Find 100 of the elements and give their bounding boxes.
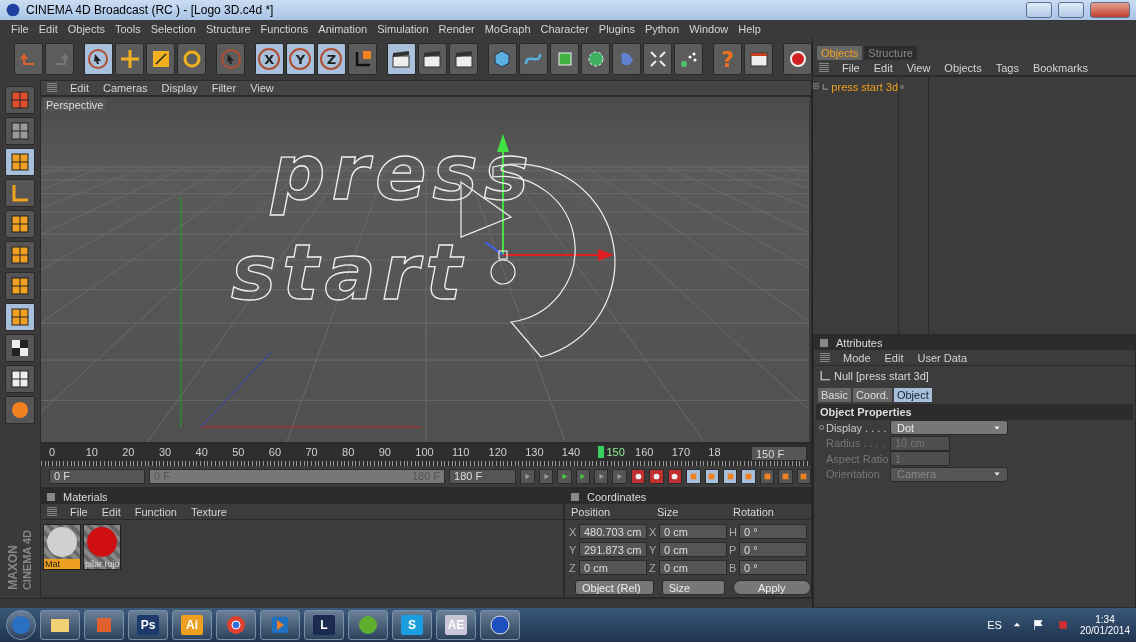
- attribute-tab[interactable]: Coord.: [852, 388, 892, 402]
- key-filter-button[interactable]: [796, 468, 812, 484]
- start-frame-field[interactable]: 0 F: [49, 468, 145, 484]
- viewport-scene-drawing[interactable]: [41, 97, 809, 442]
- taskbar-app-button[interactable]: Ps: [128, 610, 168, 640]
- menu-item[interactable]: Edit: [96, 505, 126, 518]
- current-frame-field[interactable]: 150 F: [751, 446, 807, 461]
- key-filter-button[interactable]: [704, 468, 719, 484]
- key-filter-button[interactable]: [686, 468, 701, 484]
- menu-item[interactable]: Texture: [185, 505, 232, 518]
- panel-tab[interactable]: Structure: [864, 46, 917, 60]
- rotation-field[interactable]: 0 °: [739, 560, 807, 575]
- menu-item[interactable]: Structure: [200, 23, 256, 35]
- taskbar-app-button[interactable]: [348, 610, 388, 640]
- menu-item[interactable]: Functions: [255, 23, 314, 35]
- menu-item[interactable]: View: [901, 61, 936, 74]
- mode-button[interactable]: [5, 210, 35, 238]
- mode-button[interactable]: [5, 334, 35, 362]
- menu-item[interactable]: File: [6, 23, 34, 35]
- key-filter-button[interactable]: [723, 468, 738, 484]
- menu-item[interactable]: Cameras: [97, 82, 153, 94]
- playback-button[interactable]: [538, 468, 554, 484]
- space-dropdown[interactable]: Object (Rel): [575, 580, 654, 595]
- menu-item[interactable]: Character: [535, 23, 594, 35]
- toolbar-button[interactable]: [581, 43, 611, 75]
- maximize-button[interactable]: [1058, 2, 1084, 18]
- menu-item[interactable]: Function: [129, 505, 182, 518]
- toolbar-button[interactable]: [643, 43, 673, 75]
- key-filter-button[interactable]: [759, 468, 775, 484]
- menu-item[interactable]: Plugins: [593, 23, 640, 35]
- menu-item[interactable]: Display: [156, 82, 203, 94]
- position-field[interactable]: 0 cm: [579, 560, 647, 575]
- toolbar-button[interactable]: [348, 43, 378, 75]
- toolbar-button[interactable]: [83, 43, 113, 75]
- menu-item[interactable]: Objects: [62, 23, 110, 35]
- toolbar-button[interactable]: [550, 43, 580, 75]
- rotation-field[interactable]: 0 °: [739, 524, 807, 539]
- minimize-button[interactable]: [1026, 2, 1052, 18]
- menu-item[interactable]: Window: [684, 23, 734, 35]
- playback-button[interactable]: [520, 468, 535, 484]
- toolbar-button[interactable]: [386, 43, 416, 75]
- object-name[interactable]: press start 3d: [831, 81, 898, 93]
- taskbar-app-button[interactable]: L: [304, 610, 344, 640]
- menu-item[interactable]: Tools: [110, 23, 146, 35]
- menu-item[interactable]: Edit: [868, 61, 898, 74]
- playback-button[interactable]: [612, 468, 627, 484]
- mode-button[interactable]: [5, 365, 35, 393]
- toolbar-button[interactable]: [417, 43, 447, 75]
- menu-item[interactable]: Simulation: [372, 23, 434, 35]
- record-button[interactable]: [649, 468, 664, 484]
- key-filter-button[interactable]: [778, 468, 793, 484]
- menu-item[interactable]: User Data: [912, 351, 973, 364]
- menu-item[interactable]: Edit: [65, 82, 94, 94]
- toolbar-button[interactable]: [449, 43, 479, 75]
- position-field[interactable]: 480.703 cm: [579, 524, 647, 539]
- material-swatch[interactable]: Mat: [43, 524, 81, 570]
- end-frame-field[interactable]: 180 F: [449, 468, 517, 484]
- playback-button[interactable]: [557, 468, 572, 484]
- mode-dropdown[interactable]: Size: [661, 580, 725, 595]
- menu-item[interactable]: Animation: [313, 23, 373, 35]
- menu-item[interactable]: Edit: [33, 23, 63, 35]
- property-dropdown[interactable]: Dot: [890, 420, 1008, 436]
- timeline-ruler[interactable]: 0 10 20 30 40 50 60 70 80 90 100 110 120 130 140 150 160 170 18 150 F: [41, 444, 811, 466]
- apply-button[interactable]: Apply: [732, 580, 811, 595]
- playback-button[interactable]: [594, 468, 609, 484]
- menu-item[interactable]: Selection: [145, 23, 201, 35]
- position-field[interactable]: 291.873 cm: [579, 542, 647, 557]
- menu-item[interactable]: Render: [433, 23, 480, 35]
- toolbar-button[interactable]: [783, 43, 812, 75]
- menu-item[interactable]: Bookmarks: [1027, 61, 1093, 74]
- menu-item[interactable]: File: [837, 61, 865, 74]
- menu-item[interactable]: Python: [639, 23, 685, 35]
- mode-button[interactable]: [5, 148, 35, 176]
- size-field[interactable]: 0 cm: [659, 542, 727, 557]
- playback-button[interactable]: [575, 468, 591, 484]
- toolbar-button[interactable]: [115, 43, 145, 75]
- mode-button[interactable]: [5, 303, 35, 331]
- language-indicator[interactable]: ES: [987, 619, 1002, 631]
- toolbar-button[interactable]: [744, 43, 774, 75]
- menu-item[interactable]: Help: [733, 23, 766, 35]
- taskbar-app-button[interactable]: [480, 610, 520, 640]
- toolbar-button[interactable]: [177, 43, 207, 75]
- taskbar-app-button[interactable]: [40, 610, 80, 640]
- menu-item[interactable]: Edit: [879, 351, 909, 364]
- taskbar-app-button[interactable]: [84, 610, 124, 640]
- menu-item[interactable]: Filter: [206, 82, 242, 94]
- toolbar-button[interactable]: [518, 43, 548, 75]
- mode-button[interactable]: [5, 241, 35, 269]
- material-swatch[interactable]: pilar rojo: [83, 524, 121, 570]
- taskbar-app-button[interactable]: [216, 610, 256, 640]
- mode-button[interactable]: [5, 179, 35, 207]
- key-filter-button[interactable]: [741, 468, 756, 484]
- attribute-tab[interactable]: Basic: [818, 388, 851, 402]
- menu-item[interactable]: File: [65, 505, 93, 518]
- toolbar-button[interactable]: [487, 43, 517, 75]
- menu-item[interactable]: Tags: [990, 61, 1024, 74]
- mode-button[interactable]: [5, 272, 35, 300]
- size-field[interactable]: 0 cm: [659, 524, 727, 539]
- menu-item[interactable]: Objects: [939, 61, 987, 74]
- menu-item[interactable]: View: [245, 82, 279, 94]
